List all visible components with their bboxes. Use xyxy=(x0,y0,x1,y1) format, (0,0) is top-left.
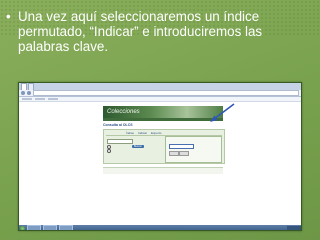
arrow-shaft xyxy=(213,103,235,120)
presentation-slide: • Una vez aquí seleccionaremos un índice… xyxy=(0,0,320,240)
annotation-arrow-icon xyxy=(210,103,235,122)
